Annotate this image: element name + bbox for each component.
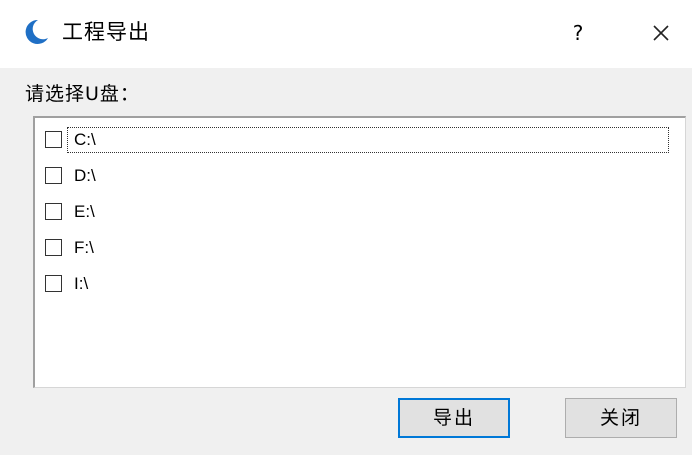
drive-row-c[interactable]: C:\ [41,127,669,153]
export-dialog: 工程导出 ? 请选择U盘： C:\ D:\ E:\ F:\ I:\ 导出 关闭 [0,0,692,455]
export-button[interactable]: 导出 [398,398,510,438]
drive-row-f[interactable]: F:\ [41,235,669,261]
select-usb-label: 请选择U盘： [25,83,140,105]
drive-row-d[interactable]: D:\ [41,163,669,189]
drive-label: I:\ [74,274,89,293]
drive-label: D:\ [74,166,96,185]
focus-outline [67,127,669,153]
drive-list[interactable]: C:\ D:\ E:\ F:\ I:\ [33,116,686,388]
drive-checkbox[interactable] [45,275,62,292]
app-logo-icon [25,19,48,44]
drive-checkbox[interactable] [45,131,62,148]
drive-label: E:\ [74,202,95,221]
drive-checkbox[interactable] [45,203,62,220]
drive-row-i[interactable]: I:\ [41,271,669,297]
window-close-button[interactable] [641,16,681,50]
help-button[interactable]: ? [560,16,596,50]
title-bar: 工程导出 ? [0,0,692,68]
close-button[interactable]: 关闭 [565,398,677,438]
drive-checkbox[interactable] [45,239,62,256]
close-icon [653,25,669,41]
drive-label: F:\ [74,238,94,257]
drive-checkbox[interactable] [45,167,62,184]
window-title: 工程导出 [62,20,150,44]
drive-row-e[interactable]: E:\ [41,199,669,225]
drive-label: C:\ [74,130,96,149]
